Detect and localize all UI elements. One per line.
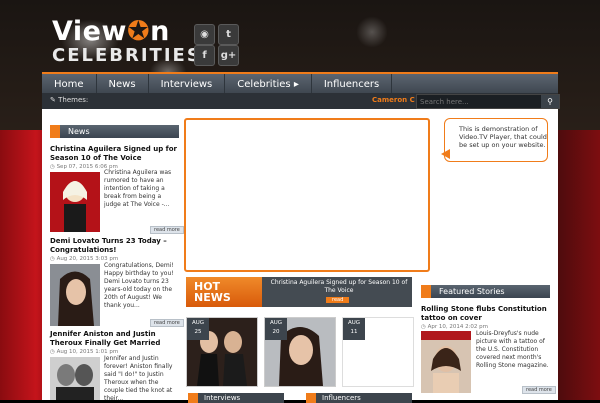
article-title[interactable]: Demi Lovato Turns 23 Today – Congratulat…: [50, 237, 180, 255]
read-more-button[interactable]: read more: [150, 319, 184, 327]
article-excerpt-wrap: Christina Aguilera was rumored to have a…: [104, 169, 178, 209]
featured-heading[interactable]: Featured Stories: [421, 285, 550, 298]
aniston-thumbnail[interactable]: [50, 357, 100, 400]
news-article: Demi Lovato Turns 23 Today – Congratulat…: [50, 237, 180, 262]
hot-news-tile[interactable]: AUG 25: [186, 317, 258, 387]
site-logo[interactable]: View✪n CELEBRITIES: [52, 18, 202, 65]
search-box: ⚲: [416, 94, 560, 109]
main-nav: Home News Interviews Celebrities ▸ Influ…: [42, 72, 558, 95]
aguilera-thumbnail[interactable]: [50, 172, 100, 232]
facebook-icon[interactable]: f: [194, 45, 215, 66]
nav-item-home[interactable]: Home: [42, 74, 97, 95]
hot-news-headline[interactable]: Christina Aguilera Signed up for Season …: [266, 279, 412, 295]
tile-date: AUG 20: [265, 318, 287, 340]
google-plus-icon[interactable]: g+: [218, 45, 239, 66]
rss-icon[interactable]: ◉: [194, 24, 215, 45]
lovato-thumbnail[interactable]: [50, 264, 100, 326]
interviews-heading[interactable]: Interviews: [188, 393, 284, 403]
featured-article: Rolling Stone flubs Constitution tattoo …: [421, 305, 551, 330]
influencers-heading[interactable]: Influencers: [306, 393, 412, 403]
article-title[interactable]: Jennifer Aniston and Justin Theroux Fina…: [50, 330, 180, 348]
read-more-button[interactable]: read more: [522, 386, 556, 394]
article-title[interactable]: Christina Aguilera Signed up for Season …: [50, 145, 180, 163]
news-article: Christina Aguilera Signed up for Season …: [50, 145, 180, 170]
hot-news-bar: HOT NEWS Christina Aguilera Signed up for…: [186, 277, 412, 307]
brush-icon: ✎: [50, 96, 56, 104]
search-input[interactable]: [417, 95, 540, 108]
tile-date: AUG 11: [343, 318, 365, 340]
featured-title[interactable]: Rolling Stone flubs Constitution tattoo …: [421, 305, 551, 323]
article-excerpt: Congratulations, Demi! Happy birthday to…: [104, 262, 174, 309]
nav-item-interviews[interactable]: Interviews: [149, 74, 226, 95]
news-article: Jennifer Aniston and Justin Theroux Fina…: [50, 330, 180, 355]
hot-news-tile[interactable]: AUG 11: [342, 317, 414, 387]
star-icon: ✪: [126, 16, 151, 47]
rolling-stone-thumbnail[interactable]: [421, 331, 471, 393]
tile-date: AUG 25: [187, 318, 209, 340]
news-heading[interactable]: News: [50, 125, 179, 138]
search-icon[interactable]: ⚲: [541, 95, 559, 108]
featured-excerpt: Louis-Dreyfus's nude picture with a tatt…: [476, 330, 549, 369]
news-ticker[interactable]: Cameron C: [372, 96, 415, 104]
article-excerpt: Jennifer and Justin forever! Aniston fin…: [104, 355, 173, 402]
article-excerpt-wrap: Jennifer and Justin forever! Aniston fin…: [104, 355, 178, 403]
themes-switcher[interactable]: ✎ Themes:: [50, 96, 88, 104]
nav-item-celebrities[interactable]: Celebrities ▸: [225, 74, 312, 95]
featured-excerpt-wrap: Louis-Dreyfus's nude picture with a tatt…: [476, 330, 552, 370]
video-player[interactable]: [184, 118, 430, 272]
hot-news-label: HOT NEWS: [186, 277, 262, 307]
article-excerpt-wrap: Congratulations, Demi! Happy birthday to…: [104, 262, 178, 310]
nav-item-influencers[interactable]: Influencers: [312, 74, 393, 95]
hot-news-read-button[interactable]: read: [326, 297, 350, 303]
nav-item-news[interactable]: News: [97, 74, 149, 95]
article-excerpt: Christina Aguilera was rumored to have a…: [104, 169, 172, 208]
hot-news-tile[interactable]: AUG 20: [264, 317, 336, 387]
player-callout: This is demonstration of Video.TV Player…: [441, 118, 548, 162]
read-more-button[interactable]: read more: [150, 226, 184, 234]
twitter-icon[interactable]: t: [218, 24, 239, 45]
